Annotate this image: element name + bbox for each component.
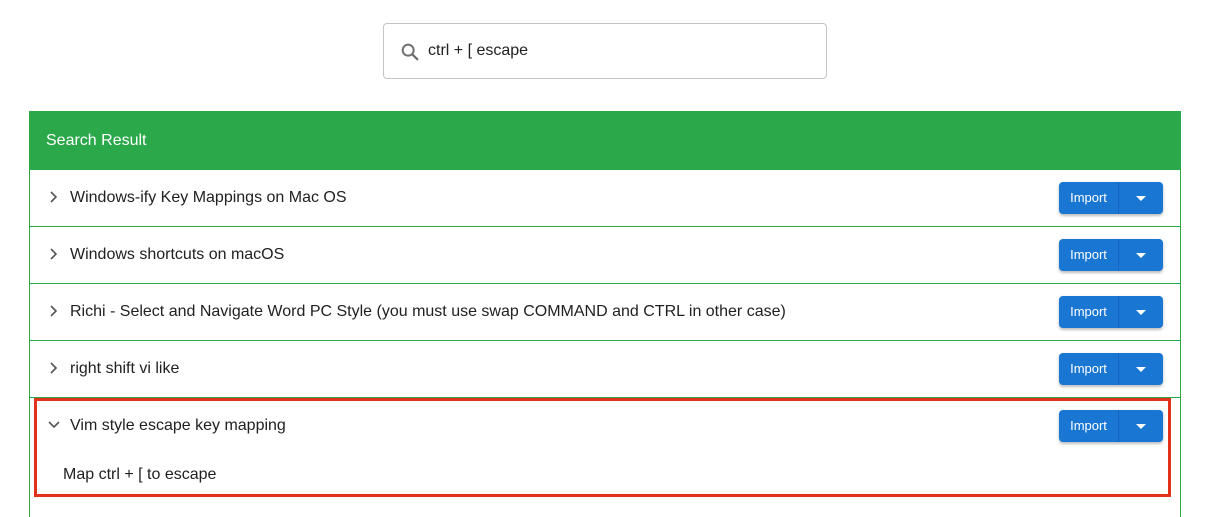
import-button[interactable]: Import <box>1059 410 1119 442</box>
chevron-right-icon[interactable] <box>47 361 61 375</box>
result-row[interactable]: Windows shortcuts on macOS Import <box>30 226 1180 283</box>
result-title[interactable]: Windows shortcuts on macOS <box>70 227 284 283</box>
search-result-header: Search Result <box>30 112 1180 169</box>
chevron-down-icon[interactable] <box>47 418 61 432</box>
import-button-group: Import <box>1059 410 1163 442</box>
import-button-group: Import <box>1059 182 1163 214</box>
result-title[interactable]: Richi - Select and Navigate Word PC Styl… <box>70 284 786 340</box>
search-box[interactable] <box>383 23 827 79</box>
caret-down-icon <box>1136 195 1146 201</box>
import-button[interactable]: Import <box>1059 353 1119 385</box>
import-dropdown-button[interactable] <box>1119 353 1163 385</box>
chevron-right-icon[interactable] <box>47 304 61 318</box>
import-dropdown-button[interactable] <box>1119 182 1163 214</box>
import-button-group: Import <box>1059 296 1163 328</box>
result-row-expanded[interactable]: Vim style escape key mapping Import Map … <box>30 397 1180 507</box>
import-button-group: Import <box>1059 353 1163 385</box>
caret-down-icon <box>1136 252 1146 258</box>
import-button[interactable]: Import <box>1059 239 1119 271</box>
result-row[interactable]: Richi - Select and Navigate Word PC Styl… <box>30 283 1180 340</box>
caret-down-icon <box>1136 309 1146 315</box>
result-title[interactable]: right shift vi like <box>70 341 179 397</box>
import-button-group: Import <box>1059 239 1163 271</box>
search-input[interactable] <box>428 24 818 78</box>
import-button[interactable]: Import <box>1059 296 1119 328</box>
result-row[interactable]: right shift vi like Import <box>30 340 1180 397</box>
result-row[interactable]: Windows-ify Key Mappings on Mac OS Impor… <box>30 169 1180 226</box>
import-dropdown-button[interactable] <box>1119 410 1163 442</box>
chevron-right-icon[interactable] <box>47 190 61 204</box>
caret-down-icon <box>1136 423 1146 429</box>
chevron-right-icon[interactable] <box>47 247 61 261</box>
result-description: Map ctrl + [ to escape <box>63 466 217 483</box>
import-dropdown-button[interactable] <box>1119 239 1163 271</box>
search-icon <box>401 43 419 61</box>
search-result-panel: Search Result Windows-ify Key Mappings o… <box>29 111 1181 517</box>
result-title[interactable]: Windows-ify Key Mappings on Mac OS <box>70 170 347 226</box>
import-button[interactable]: Import <box>1059 182 1119 214</box>
result-title[interactable]: Vim style escape key mapping <box>70 398 286 454</box>
import-dropdown-button[interactable] <box>1119 296 1163 328</box>
caret-down-icon <box>1136 366 1146 372</box>
